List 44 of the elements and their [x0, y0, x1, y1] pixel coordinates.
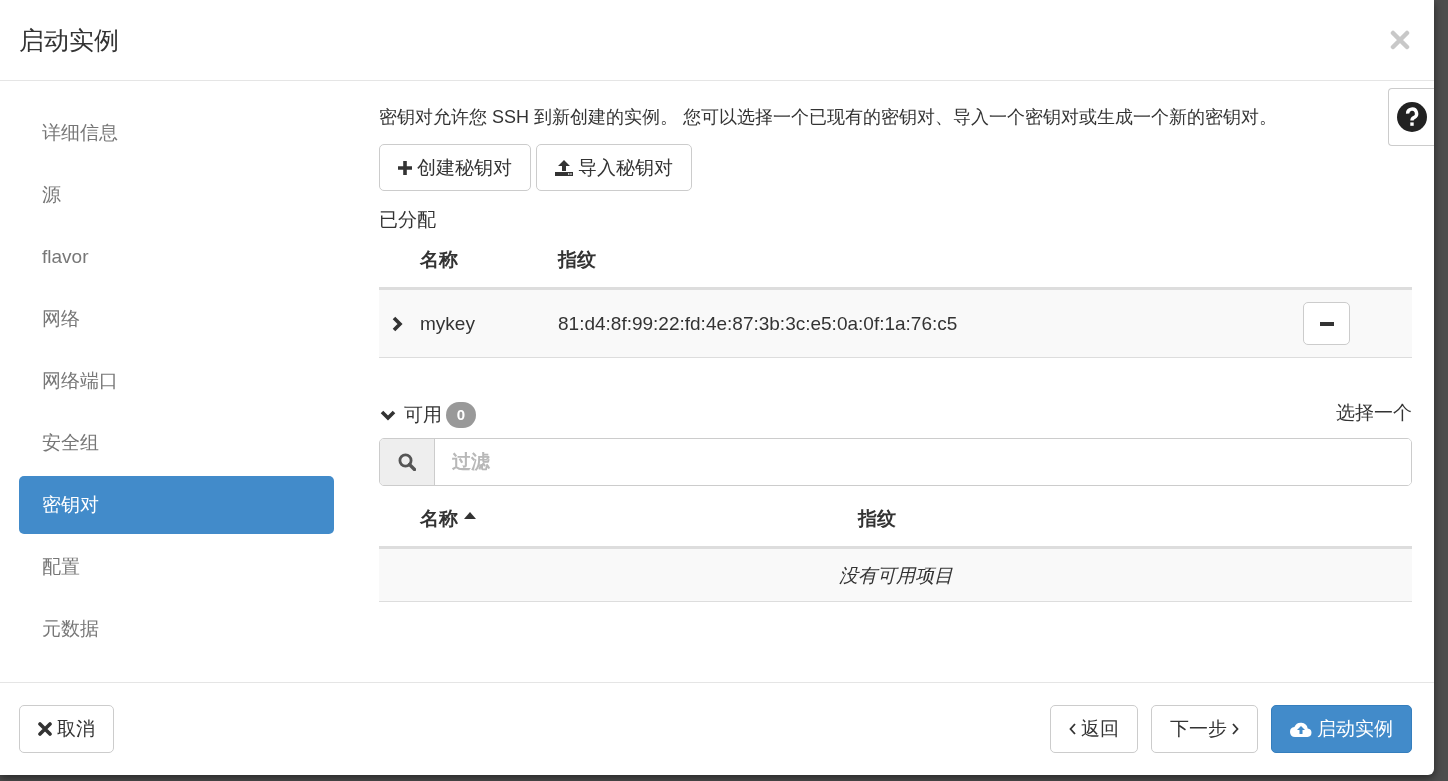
minus-icon	[1319, 321, 1334, 326]
column-header: 名称	[420, 248, 458, 272]
sidebar-item[interactable]: 元数据	[19, 600, 334, 658]
plus-icon	[398, 160, 412, 175]
close-icon	[1390, 30, 1410, 50]
help-button[interactable]	[1388, 88, 1434, 146]
next-button[interactable]: 下一步	[1151, 705, 1258, 753]
sidebar-item[interactable]: 源	[19, 166, 334, 224]
import-keypair-button[interactable]: 导入秘钥对	[536, 144, 692, 191]
table-cell-text: 81:d4:8f:99:22:fd:4e:87:3b:3c:e5:0a:0f:1a:76:c5	[558, 312, 959, 336]
help-icon	[1396, 102, 1427, 132]
sidebar-item[interactable]: 安全组	[19, 414, 334, 472]
cloud-upload-icon	[1290, 721, 1312, 737]
back-button[interactable]: 返回	[1050, 705, 1138, 753]
filter-field[interactable]: 过滤	[379, 438, 1412, 486]
chevron-right-icon[interactable]	[391, 315, 403, 332]
angle-right-icon	[1232, 723, 1239, 735]
sidebar-item[interactable]: flavor	[19, 228, 334, 286]
column-header[interactable]: 指纹	[858, 505, 896, 532]
column-header[interactable]: 名称	[420, 505, 476, 532]
table-cell-text: mykey	[420, 312, 476, 336]
section-toggle[interactable]: 可用	[379, 402, 442, 428]
sort-caret-icon	[464, 512, 476, 519]
dialog-title: 启动实例	[19, 25, 119, 56]
sidebar-item[interactable]: 详细信息	[19, 104, 334, 162]
sidebar-item[interactable]: 配置	[19, 538, 334, 596]
create-keypair-button[interactable]: 创建秘钥对	[379, 144, 531, 191]
empty-message: 没有可用项目	[379, 549, 1412, 602]
sidebar-item[interactable]: 网络端口	[19, 352, 334, 410]
column-header: 指纹	[558, 248, 596, 272]
times-icon	[38, 722, 52, 736]
search-icon	[398, 453, 416, 471]
description-text: 密钥对允许您 SSH 到新创建的实例。 您可以选择一个已现有的密钥对、导入一个密钥对或生成一个新的密钥对。	[379, 106, 1277, 129]
angle-left-icon	[1069, 723, 1076, 735]
table-row[interactable]: mykey 81:d4:8f:99:22:fd:4e:87:3b:3c:e5:0a:0f:1a:76:c5	[379, 290, 1412, 358]
sidebar-item[interactable]: 网络	[19, 290, 334, 348]
sidebar-item[interactable]: 密钥对	[19, 476, 334, 534]
upload-icon	[555, 159, 573, 176]
section-title: 已分配	[379, 208, 436, 232]
count-badge: 0	[446, 402, 476, 428]
cancel-button[interactable]: 取消	[19, 705, 114, 753]
remove-button[interactable]	[1303, 302, 1350, 345]
select-hint: 选择一个	[1336, 400, 1412, 425]
launch-button[interactable]: 启动实例	[1271, 705, 1412, 753]
